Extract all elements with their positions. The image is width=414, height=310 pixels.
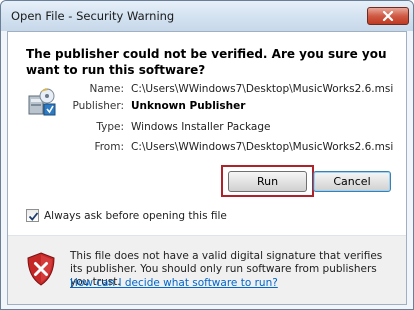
security-shield-icon	[27, 252, 55, 286]
warning-headline: The publisher could not be verified. Are…	[26, 47, 387, 77]
window-title: Open File - Security Warning	[11, 9, 175, 23]
check-icon	[28, 212, 39, 221]
type-value: Windows Installer Package	[131, 121, 271, 133]
dialog-window: Open File - Security Warning The publish…	[0, 0, 414, 310]
name-label: Name:	[89, 83, 124, 95]
help-link[interactable]: How can I decide what software to run?	[70, 277, 278, 289]
dialog-content: The publisher could not be verified. Are…	[7, 31, 407, 305]
close-button[interactable]	[367, 7, 409, 25]
name-value: C:\Users\WWindows7\Desktop\MusicWorks2.6…	[131, 83, 394, 95]
cancel-button[interactable]: Cancel	[313, 171, 391, 192]
always-ask-checkbox[interactable]	[26, 209, 39, 222]
publisher-label: Publisher:	[72, 100, 124, 112]
close-icon	[382, 11, 394, 21]
always-ask-label[interactable]: Always ask before opening this file	[44, 210, 227, 222]
type-label: Type:	[96, 121, 124, 133]
title-bar[interactable]: Open File - Security Warning	[1, 1, 413, 31]
publisher-value: Unknown Publisher	[131, 100, 246, 112]
from-value: C:\Users\WWindows7\Desktop\MusicWorks2.6…	[131, 141, 394, 153]
run-button[interactable]: Run	[228, 171, 307, 192]
from-label: From:	[94, 141, 124, 153]
